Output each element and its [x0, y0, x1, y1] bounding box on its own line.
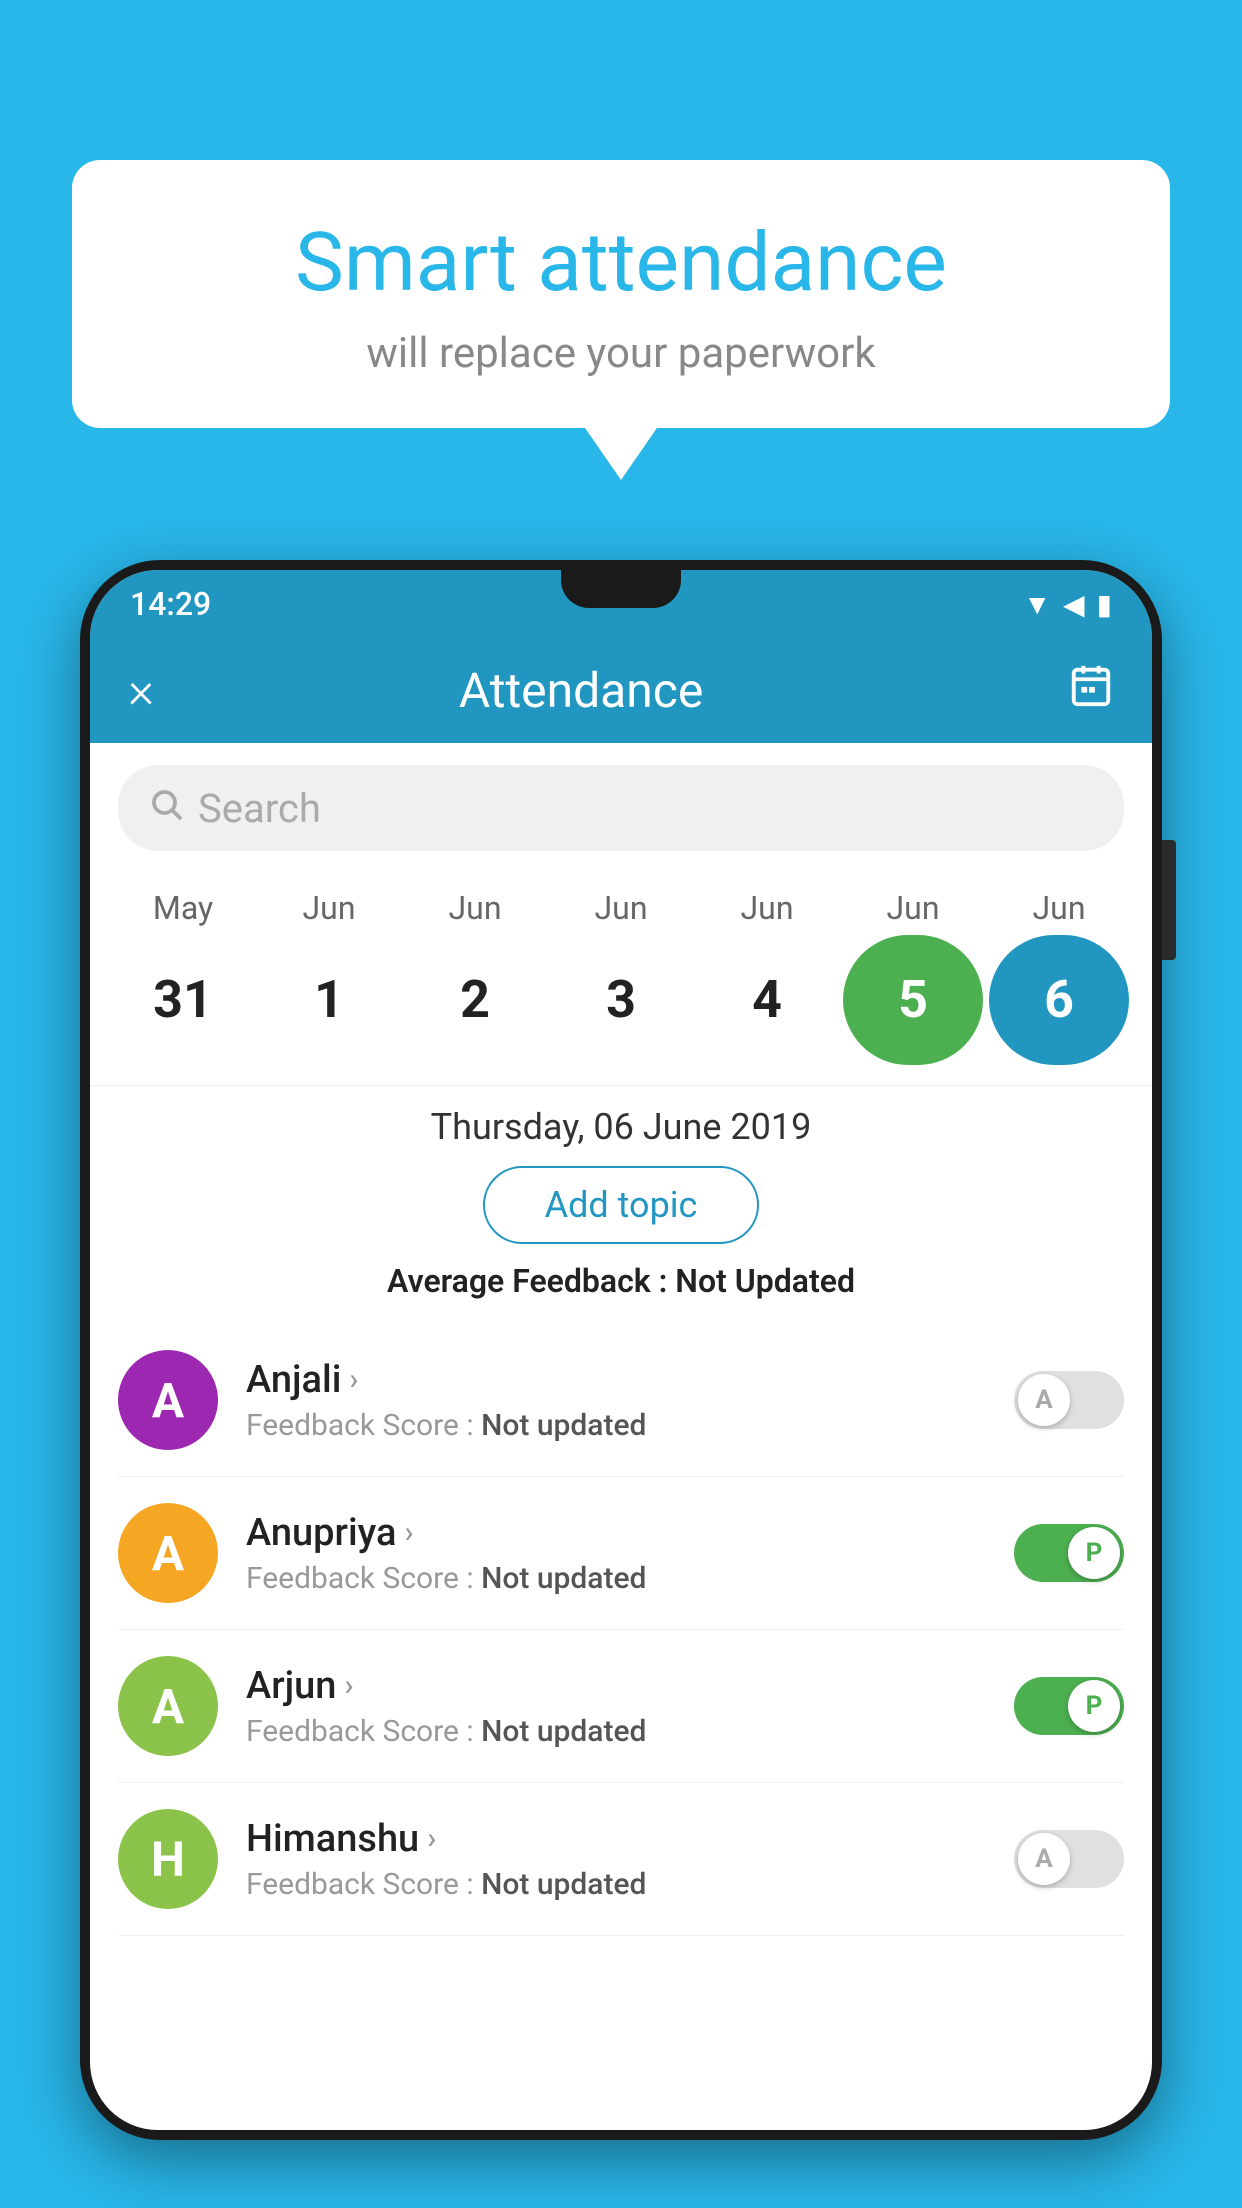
toggle-knob-anjali: A [1018, 1374, 1070, 1426]
student-name-anupriya[interactable]: Anupriya › [246, 1511, 986, 1555]
student-feedback-anupriya: Feedback Score : Not updated [246, 1561, 986, 1596]
app-bar: × Attendance [90, 638, 1152, 743]
month-1: Jun [259, 889, 399, 927]
search-placeholder: Search [198, 785, 321, 832]
student-name-arjun[interactable]: Arjun › [246, 1664, 986, 1708]
toggle-himanshu[interactable]: A [1014, 1830, 1124, 1888]
calendar-dates: 31 1 2 3 4 5 6 [90, 927, 1152, 1085]
student-info-arjun: Arjun › Feedback Score : Not updated [246, 1664, 986, 1749]
student-info-himanshu: Himanshu › Feedback Score : Not updated [246, 1817, 986, 1902]
student-item-anjali: A Anjali › Feedback Score : Not updated … [118, 1324, 1124, 1477]
avatar-anupriya: A [118, 1503, 218, 1603]
search-icon [148, 785, 184, 832]
phone-screen: 14:29 ▼ ◀ ▮ × Attendance [90, 570, 1152, 2130]
date-info-section: Thursday, 06 June 2019 Add topic Average… [90, 1085, 1152, 1324]
full-date: Thursday, 06 June 2019 [90, 1106, 1152, 1148]
phone-power-button [1162, 840, 1176, 960]
date-1[interactable]: 1 [259, 935, 399, 1065]
student-item-anupriya: A Anupriya › Feedback Score : Not update… [118, 1477, 1124, 1630]
student-info-anjali: Anjali › Feedback Score : Not updated [246, 1358, 986, 1443]
month-5: Jun [843, 889, 983, 927]
avg-feedback: Average Feedback : Not Updated [90, 1262, 1152, 1300]
calendar-months: May Jun Jun Jun Jun Jun Jun [90, 873, 1152, 927]
student-name-anjali[interactable]: Anjali › [246, 1358, 986, 1402]
toggle-anupriya[interactable]: P [1014, 1524, 1124, 1582]
student-name-himanshu[interactable]: Himanshu › [246, 1817, 986, 1861]
date-31[interactable]: 31 [113, 935, 253, 1065]
phone-frame: 14:29 ▼ ◀ ▮ × Attendance [80, 560, 1162, 2140]
add-topic-button[interactable]: Add topic [483, 1166, 760, 1244]
calendar-icon[interactable] [1068, 662, 1114, 719]
month-4: Jun [697, 889, 837, 927]
bubble-title: Smart attendance [132, 215, 1110, 311]
speech-bubble-container: Smart attendance will replace your paper… [72, 160, 1170, 428]
student-item-himanshu: H Himanshu › Feedback Score : Not update… [118, 1783, 1124, 1936]
student-feedback-arjun: Feedback Score : Not updated [246, 1714, 986, 1749]
signal-icon: ◀ [1063, 588, 1085, 621]
phone-container: 14:29 ▼ ◀ ▮ × Attendance [80, 560, 1162, 2208]
chevron-anjali: › [349, 1362, 358, 1397]
student-feedback-anjali: Feedback Score : Not updated [246, 1408, 986, 1443]
student-info-anupriya: Anupriya › Feedback Score : Not updated [246, 1511, 986, 1596]
search-bar[interactable]: Search [118, 765, 1124, 851]
toggle-anjali[interactable]: A [1014, 1371, 1124, 1429]
date-3[interactable]: 3 [551, 935, 691, 1065]
toggle-knob-anupriya: P [1068, 1527, 1120, 1579]
month-6: Jun [989, 889, 1129, 927]
student-feedback-himanshu: Feedback Score : Not updated [246, 1867, 986, 1902]
toggle-arjun[interactable]: P [1014, 1677, 1124, 1735]
month-2: Jun [405, 889, 545, 927]
app-bar-title: Attendance [154, 662, 1008, 719]
battery-icon: ▮ [1097, 588, 1112, 621]
bubble-subtitle: will replace your paperwork [132, 329, 1110, 378]
status-time: 14:29 [130, 585, 211, 623]
date-2[interactable]: 2 [405, 935, 545, 1065]
chevron-arjun: › [344, 1668, 353, 1703]
toggle-knob-arjun: P [1068, 1680, 1120, 1732]
avg-feedback-label: Average Feedback : [387, 1262, 667, 1300]
chevron-himanshu: › [427, 1821, 436, 1856]
status-icons: ▼ ◀ ▮ [1023, 588, 1112, 621]
avatar-arjun: A [118, 1656, 218, 1756]
speech-bubble: Smart attendance will replace your paper… [72, 160, 1170, 428]
student-list: A Anjali › Feedback Score : Not updated … [90, 1324, 1152, 1936]
avg-feedback-value: Not Updated [675, 1262, 855, 1300]
avatar-himanshu: H [118, 1809, 218, 1909]
phone-notch [561, 570, 681, 608]
date-5[interactable]: 5 [843, 935, 983, 1065]
date-6[interactable]: 6 [989, 935, 1129, 1065]
chevron-anupriya: › [404, 1515, 413, 1550]
student-item-arjun: A Arjun › Feedback Score : Not updated P [118, 1630, 1124, 1783]
date-4[interactable]: 4 [697, 935, 837, 1065]
close-button[interactable]: × [128, 662, 154, 720]
toggle-knob-himanshu: A [1018, 1833, 1070, 1885]
month-0: May [113, 889, 253, 927]
wifi-icon: ▼ [1023, 588, 1051, 621]
avatar-anjali: A [118, 1350, 218, 1450]
month-3: Jun [551, 889, 691, 927]
